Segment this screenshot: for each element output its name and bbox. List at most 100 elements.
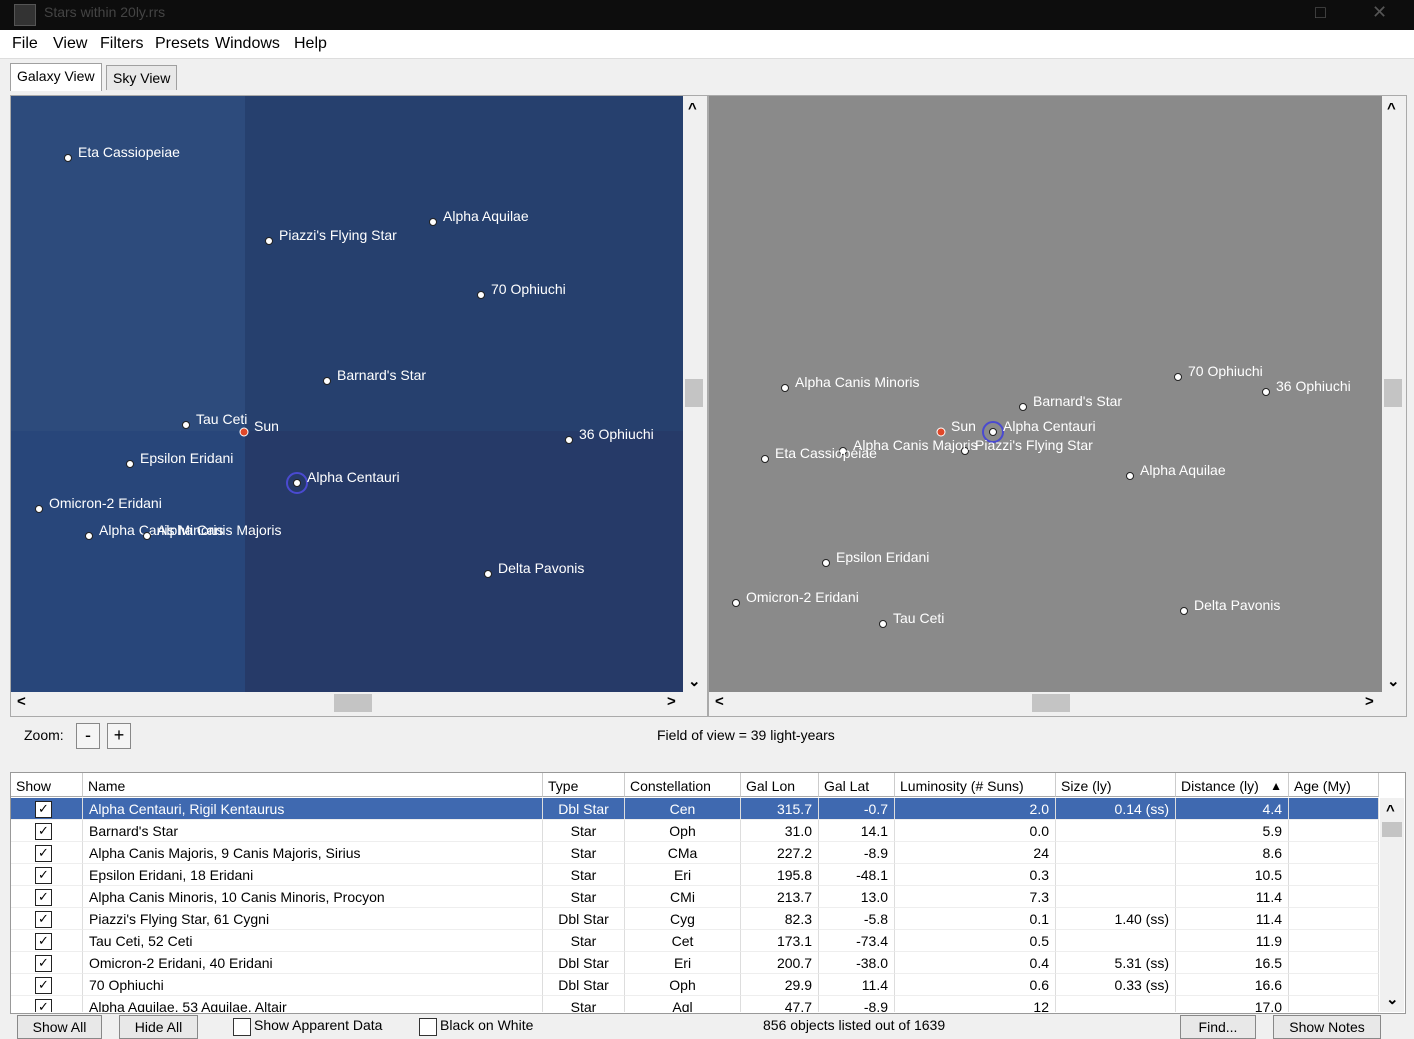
scroll-right-icon[interactable]: > <box>1365 693 1374 710</box>
show-checkbox[interactable]: ✓ <box>35 867 52 884</box>
scroll-up-icon[interactable]: ^ <box>688 100 697 117</box>
scroll-thumb[interactable] <box>1032 694 1070 712</box>
table-row[interactable]: ✓ Omicron-2 Eridani, 40 Eridani Dbl Star Er… <box>11 952 1379 974</box>
star-marker[interactable] <box>429 218 437 226</box>
scroll-up-icon[interactable]: ^ <box>1386 802 1395 819</box>
show-checkbox[interactable]: ✓ <box>35 933 52 950</box>
menu-windows[interactable]: Windows <box>215 35 280 53</box>
scroll-left-icon[interactable]: < <box>17 693 26 710</box>
star-marker[interactable] <box>1126 472 1134 480</box>
star-label[interactable]: Delta Pavonis <box>498 560 584 576</box>
star-marker[interactable] <box>182 421 190 429</box>
galaxy-star-map[interactable]: Eta Cassiopeiae Alpha Aquilae Piazzi's Fly… <box>11 96 683 692</box>
col-header-name[interactable]: Name <box>83 773 543 797</box>
table-row[interactable]: ✓ Piazzi's Flying Star, 61 Cygni Dbl Star C… <box>11 908 1379 930</box>
star-label[interactable]: Omicron-2 Eridani <box>49 495 162 511</box>
show-checkbox[interactable]: ✓ <box>35 977 52 994</box>
sun-marker[interactable] <box>239 427 249 437</box>
scroll-down-icon[interactable]: ⌄ <box>688 672 701 690</box>
star-marker[interactable] <box>1019 403 1027 411</box>
col-header-gal-lat[interactable]: Gal Lat <box>819 773 895 797</box>
star-marker[interactable] <box>293 479 301 487</box>
sun-marker[interactable] <box>936 427 946 437</box>
star-marker[interactable] <box>1262 388 1270 396</box>
star-label[interactable]: Piazzi's Flying Star <box>975 437 1093 453</box>
star-label[interactable]: Eta Cassiopeiae <box>78 144 180 160</box>
col-header-constellation[interactable]: Constellation <box>625 773 741 797</box>
col-header-size[interactable]: Size (ly) <box>1056 773 1176 797</box>
scroll-thumb[interactable] <box>334 694 372 712</box>
col-header-luminosity[interactable]: Luminosity (# Suns) <box>895 773 1056 797</box>
scroll-thumb[interactable] <box>685 379 703 407</box>
menu-presets[interactable]: Presets <box>155 35 209 53</box>
star-marker[interactable] <box>1180 607 1188 615</box>
col-header-distance[interactable]: Distance (ly) ▲ <box>1176 773 1289 797</box>
sky-view-panel[interactable]: 70 Ophiuchi 36 Ophiuchi Alpha Canis Minori… <box>708 95 1407 717</box>
star-marker[interactable] <box>35 505 43 513</box>
star-marker[interactable] <box>265 237 273 245</box>
scroll-down-icon[interactable]: ⌄ <box>1387 672 1400 690</box>
show-checkbox[interactable]: ✓ <box>35 845 52 862</box>
star-label[interactable]: Alpha Centauri <box>1003 418 1096 434</box>
scroll-thumb[interactable] <box>1382 822 1402 837</box>
star-marker[interactable] <box>781 384 789 392</box>
star-label[interactable]: 36 Ophiuchi <box>1276 378 1351 394</box>
table-row[interactable]: ✓ Tau Ceti, 52 Ceti Star Cet 173.1 -73.4 0.5 11… <box>11 930 1379 952</box>
star-label[interactable]: Sun <box>254 418 279 434</box>
star-marker[interactable] <box>822 559 830 567</box>
close-icon[interactable]: ✕ <box>1372 2 1387 23</box>
show-notes-button[interactable]: Show Notes <box>1273 1015 1381 1039</box>
show-cell[interactable]: ✓ <box>11 930 83 952</box>
star-marker[interactable] <box>732 599 740 607</box>
menu-help[interactable]: Help <box>294 35 327 53</box>
tab-sky-view[interactable]: Sky View <box>106 65 178 90</box>
star-label[interactable]: Alpha Centauri <box>307 469 400 485</box>
star-label[interactable]: Piazzi's Flying Star <box>279 227 397 243</box>
star-label[interactable]: Delta Pavonis <box>1194 597 1280 613</box>
tab-galaxy-view[interactable]: Galaxy View <box>10 63 102 91</box>
star-marker[interactable] <box>989 428 997 436</box>
table-row[interactable]: ✓ Epsilon Eridani, 18 Eridani Star Eri 195.8… <box>11 864 1379 886</box>
show-all-button[interactable]: Show All <box>17 1015 102 1039</box>
star-marker[interactable] <box>126 460 134 468</box>
star-marker[interactable] <box>477 291 485 299</box>
star-marker[interactable] <box>85 532 93 540</box>
black-on-white-checkbox[interactable] <box>419 1018 437 1036</box>
show-apparent-data-checkbox[interactable] <box>233 1018 251 1036</box>
scroll-up-icon[interactable]: ^ <box>1387 100 1396 117</box>
show-checkbox[interactable]: ✓ <box>35 911 52 928</box>
table-row[interactable]: ✓ Barnard's Star Star Oph 31.0 14.1 0.0 5.9 <box>11 820 1379 842</box>
table-row[interactable]: ✓ 70 Ophiuchi Dbl Star Oph 29.9 11.4 0.6 0.33 (… <box>11 974 1379 996</box>
show-cell[interactable]: ✓ <box>11 974 83 996</box>
table-row[interactable]: ✓ Alpha Canis Minoris, 10 Canis Minoris, … <box>11 886 1379 908</box>
star-label[interactable]: Alpha Canis Minoris <box>795 374 920 390</box>
star-label[interactable]: Alpha Canis Majoris <box>157 522 282 538</box>
star-marker[interactable] <box>879 620 887 628</box>
star-label[interactable]: Epsilon Eridani <box>836 549 929 565</box>
col-header-age[interactable]: Age (My) <box>1289 773 1379 797</box>
star-label[interactable]: 36 Ophiuchi <box>579 426 654 442</box>
show-cell[interactable]: ✓ <box>11 798 83 820</box>
star-label[interactable]: Barnard's Star <box>1033 393 1122 409</box>
galaxy-vertical-scrollbar[interactable]: ^ ⌄ <box>683 96 705 692</box>
col-header-show[interactable]: Show <box>11 773 83 797</box>
star-marker[interactable] <box>565 436 573 444</box>
show-cell[interactable]: ✓ <box>11 842 83 864</box>
menu-file[interactable]: File <box>12 35 38 53</box>
show-cell[interactable]: ✓ <box>11 996 83 1012</box>
star-marker[interactable] <box>761 455 769 463</box>
scroll-left-icon[interactable]: < <box>715 693 724 710</box>
zoom-in-button[interactable]: + <box>107 723 131 749</box>
show-checkbox[interactable]: ✓ <box>35 955 52 972</box>
col-header-type[interactable]: Type <box>543 773 625 797</box>
show-cell[interactable]: ✓ <box>11 864 83 886</box>
star-marker[interactable] <box>323 377 331 385</box>
star-marker[interactable] <box>143 532 151 540</box>
menu-view[interactable]: View <box>53 35 87 53</box>
sky-horizontal-scrollbar[interactable]: < > <box>709 692 1382 714</box>
star-label[interactable]: 70 Ophiuchi <box>491 281 566 297</box>
show-checkbox[interactable]: ✓ <box>35 801 52 818</box>
star-label[interactable]: Alpha Aquilae <box>1140 462 1226 478</box>
star-marker[interactable] <box>64 154 72 162</box>
table-vertical-scrollbar[interactable]: ^ ⌄ <box>1380 798 1404 1012</box>
